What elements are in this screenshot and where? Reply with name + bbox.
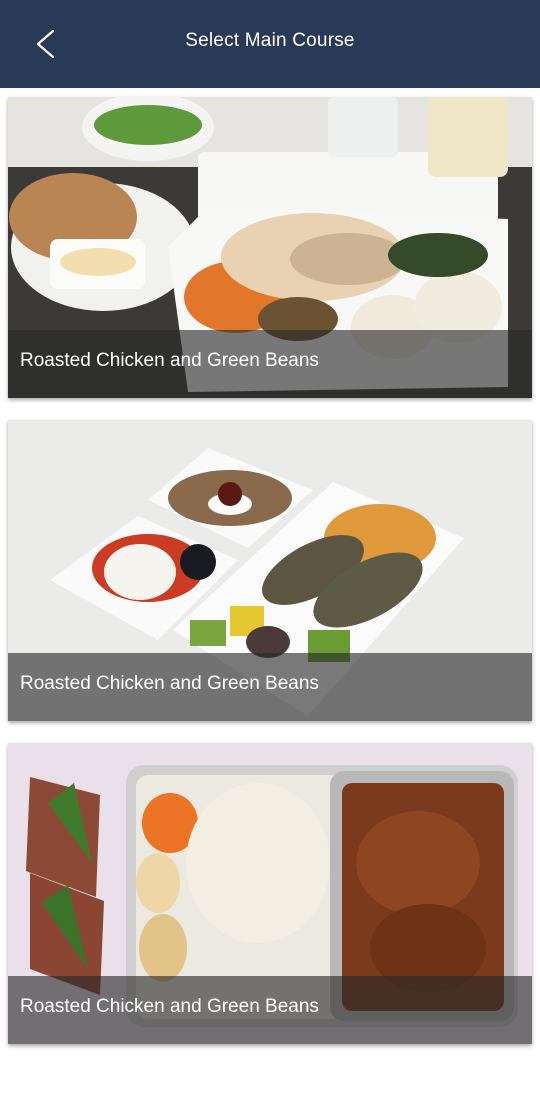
page-title: Select Main Course [185,30,355,51]
meal-title: Roasted Chicken and Green Beans [20,350,319,371]
nav-bar: Select Main Course [0,0,540,88]
meal-caption: Roasted Chicken and Green Beans [8,653,532,721]
meal-title: Roasted Chicken and Green Beans [20,673,319,694]
meal-card[interactable]: Roasted Chicken and Green Beans [8,743,532,1044]
meal-card[interactable]: Roasted Chicken and Green Beans [8,97,532,398]
meal-title: Roasted Chicken and Green Beans [20,996,319,1017]
meal-caption: Roasted Chicken and Green Beans [8,976,532,1044]
meal-caption: Roasted Chicken and Green Beans [8,330,532,398]
meal-card[interactable]: Roasted Chicken and Green Beans [8,420,532,721]
